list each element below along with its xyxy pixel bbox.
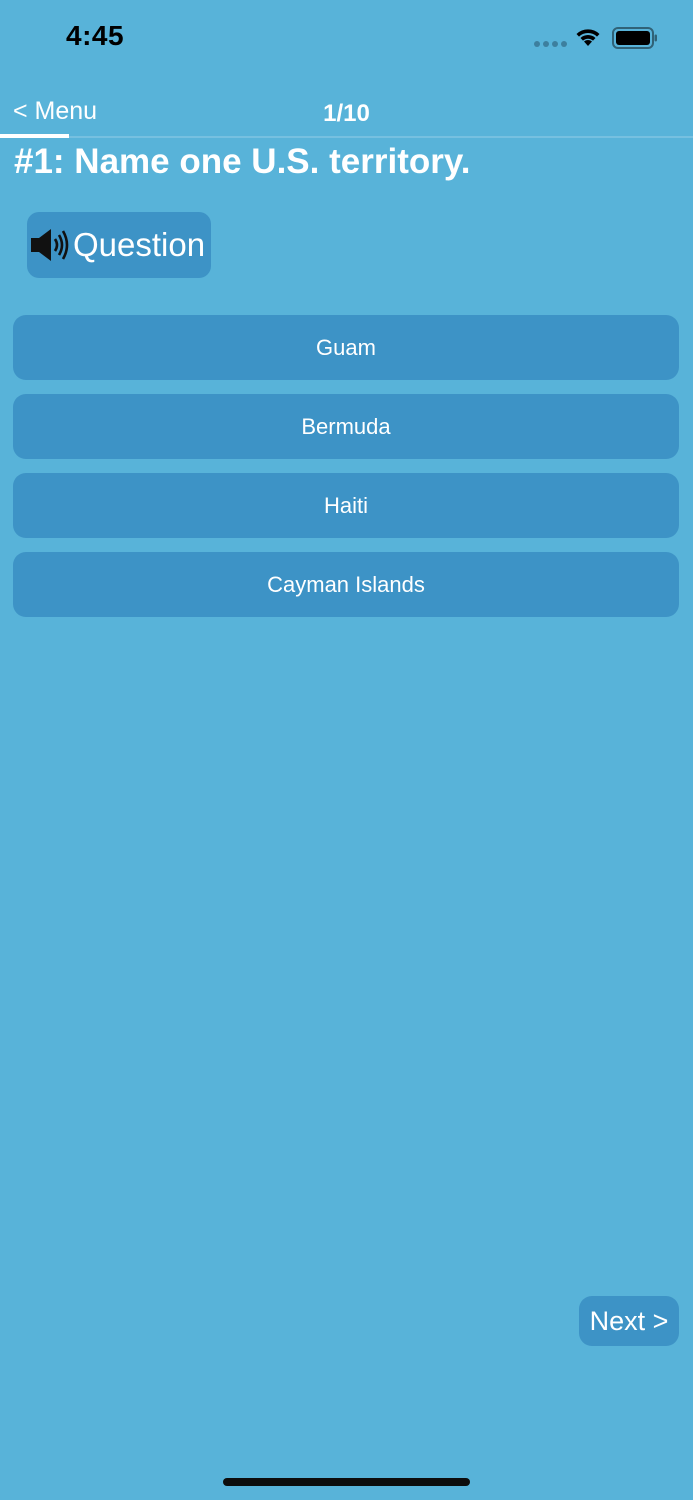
answer-option-haiti[interactable]: Haiti — [13, 473, 679, 538]
question-title: #1: Name one U.S. territory. — [14, 142, 471, 181]
status-bar: 4:45 — [0, 0, 693, 80]
audio-button-label: Question — [73, 226, 206, 263]
status-time: 4:45 — [66, 20, 125, 51]
answer-option-guam[interactable]: Guam — [13, 315, 679, 380]
wifi-icon — [576, 29, 600, 46]
play-question-audio-button[interactable]: Question — [27, 212, 211, 278]
next-question-button[interactable]: Next > — [579, 1296, 679, 1346]
quiz-progress-bar — [0, 134, 69, 138]
home-indicator[interactable] — [223, 1478, 470, 1486]
speaker-icon — [31, 229, 69, 261]
battery-icon — [612, 27, 657, 49]
answer-list: Guam Bermuda Haiti Cayman Islands — [13, 315, 679, 631]
answer-option-cayman-islands[interactable]: Cayman Islands — [13, 552, 679, 617]
answer-option-bermuda[interactable]: Bermuda — [13, 394, 679, 459]
question-counter: 1/10 — [323, 100, 370, 127]
navigation-bar: < Menu 1/10 — [0, 90, 693, 138]
signal-dots-icon — [534, 41, 567, 47]
